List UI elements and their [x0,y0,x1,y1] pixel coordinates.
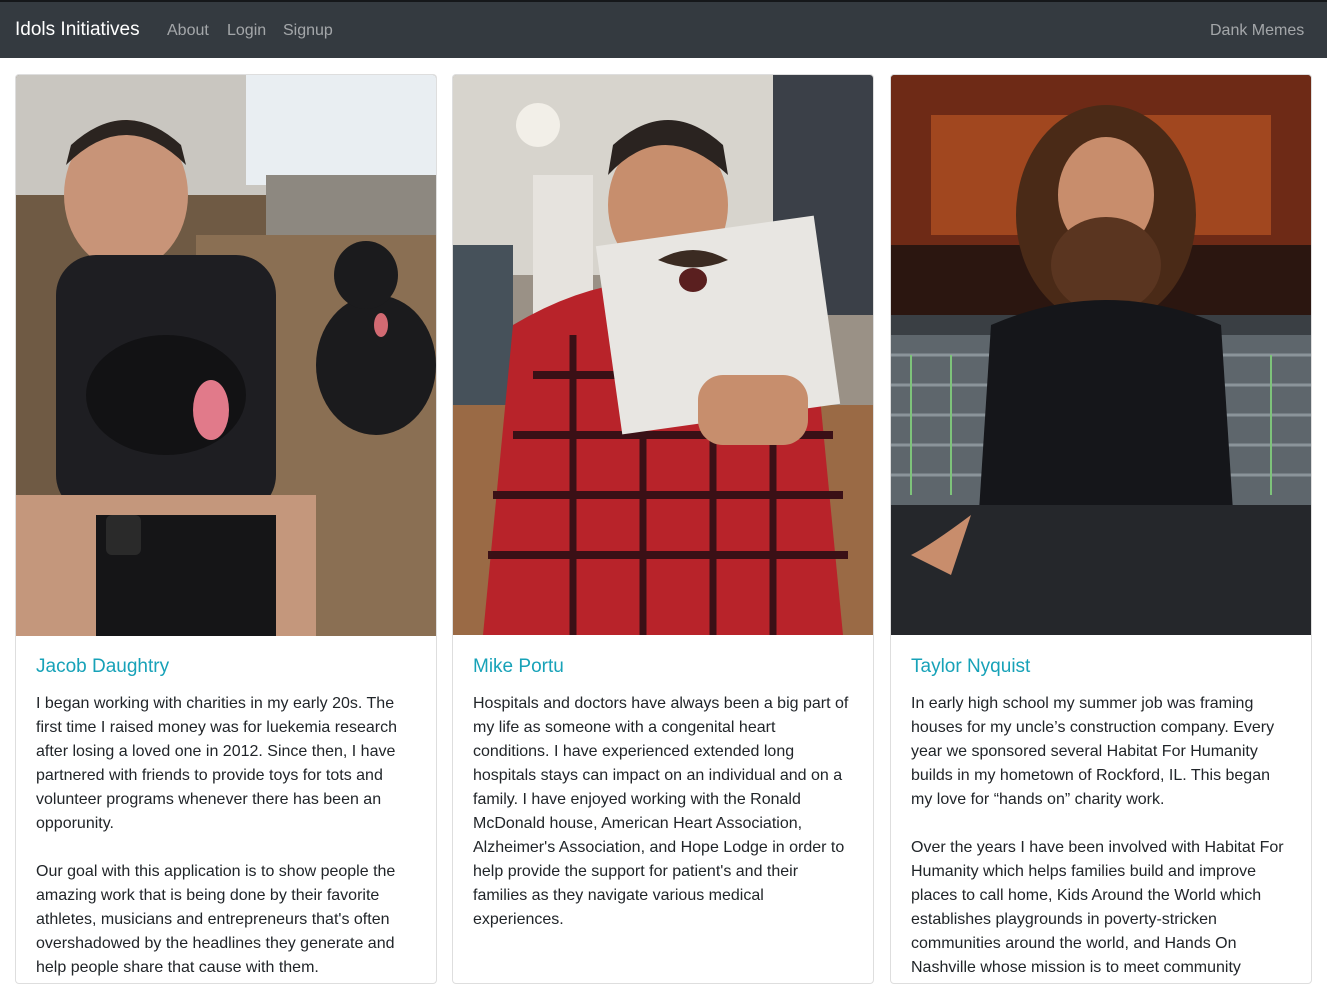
card-text: In early high school my summer job was f… [911,695,1275,808]
profile-photo [891,75,1311,635]
card-body: Taylor Nyquist In early high school my s… [911,655,1293,983]
card-title[interactable]: Mike Portu [473,655,855,679]
profile-photo [453,75,873,635]
profile-card-jacob: Jacob Daughtry I began working with char… [15,74,437,984]
card-text: I began working with charities in my ear… [36,695,398,832]
card-text: Over the years I have been involved with… [911,839,1284,976]
card-title[interactable]: Taylor Nyquist [911,655,1293,679]
card-text: Our goal with this application is to sho… [36,863,396,976]
profile-photo [16,75,436,636]
brand-link[interactable]: Idols Initiatives [15,19,140,41]
card-title[interactable]: Jacob Daughtry [36,655,418,679]
nav-link-dank-memes[interactable]: Dank Memes [1210,21,1304,40]
card-body: Jacob Daughtry I began working with char… [36,655,418,980]
nav-link-signup[interactable]: Signup [283,21,333,40]
nav-link-login[interactable]: Login [227,21,266,40]
navbar: Idols Initiatives About Login Signup Dan… [0,2,1327,58]
profile-card-mike: Mike Portu Hospitals and doctors have al… [452,74,874,984]
profile-card-taylor: Taylor Nyquist In early high school my s… [890,74,1312,984]
card-text: Hospitals and doctors have always been a… [473,695,849,928]
card-body: Mike Portu Hospitals and doctors have al… [473,655,855,932]
nav-link-about[interactable]: About [167,21,209,40]
